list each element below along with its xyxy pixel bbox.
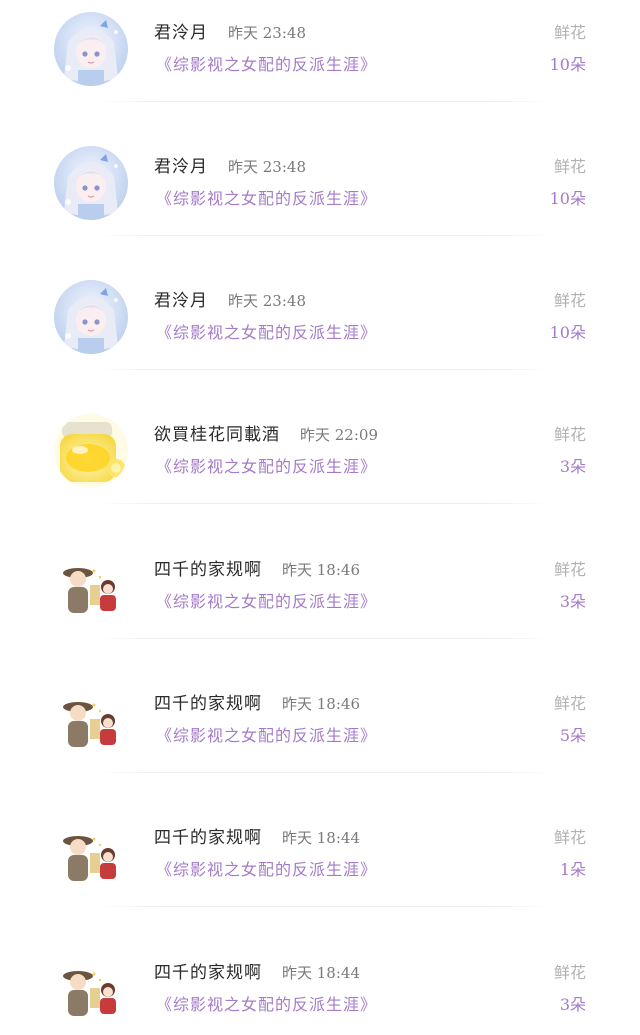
anime-girl-avatar[interactable] <box>54 12 128 86</box>
gift-type-label: 鲜花 <box>553 23 586 42</box>
book-title-link[interactable]: 《综影视之女配的反派生涯》 <box>156 857 377 883</box>
timestamp: 昨天 23:48 <box>228 158 306 176</box>
chibi-duo-avatar[interactable] <box>54 683 128 757</box>
gift-type-label: 鲜花 <box>553 560 586 579</box>
gift-count: 1朵 <box>559 860 586 879</box>
list-item[interactable]: 君泠月 昨天 23:48 《综影视之女配的反派生涯》 鲜花 10朵 <box>0 0 640 134</box>
book-title-link[interactable]: 《综影视之女配的反派生涯》 <box>156 320 377 346</box>
gift-count: 3朵 <box>559 995 586 1014</box>
divider <box>96 638 554 639</box>
username[interactable]: 欲買桂花同載酒 <box>154 425 280 445</box>
gift-count: 10朵 <box>549 189 586 208</box>
username[interactable]: 四千的家规啊 <box>154 560 262 580</box>
gift-type-label: 鲜花 <box>553 157 586 176</box>
timestamp: 昨天 18:46 <box>282 695 360 713</box>
divider <box>96 772 554 773</box>
username[interactable]: 君泠月 <box>154 23 208 43</box>
list-item[interactable]: 欲買桂花同載酒 昨天 22:09 《综影视之女配的反派生涯》 鲜花 3朵 <box>0 402 640 536</box>
divider <box>96 235 554 236</box>
gift-count: 3朵 <box>559 457 586 476</box>
book-title-link[interactable]: 《综影视之女配的反派生涯》 <box>156 186 377 212</box>
book-title-link[interactable]: 《综影视之女配的反派生涯》 <box>156 589 377 615</box>
book-title-link[interactable]: 《综影视之女配的反派生涯》 <box>156 992 377 1018</box>
username[interactable]: 君泠月 <box>154 157 208 177</box>
book-title-link[interactable]: 《综影视之女配的反派生涯》 <box>156 52 377 78</box>
anime-girl-avatar[interactable] <box>54 146 128 220</box>
divider <box>96 503 554 504</box>
timestamp: 昨天 18:44 <box>282 829 360 847</box>
gift-type-label: 鲜花 <box>553 694 586 713</box>
list-item[interactable]: 君泠月 昨天 23:48 《综影视之女配的反派生涯》 鲜花 10朵 <box>0 268 640 402</box>
gift-count: 10朵 <box>549 55 586 74</box>
timestamp: 昨天 18:46 <box>282 561 360 579</box>
divider <box>96 906 554 907</box>
list-item[interactable]: 四千的家规啊 昨天 18:44 《综影视之女配的反派生涯》 鲜花 3朵 <box>0 940 640 1035</box>
username[interactable]: 君泠月 <box>154 291 208 311</box>
timestamp: 昨天 22:09 <box>300 426 378 444</box>
divider <box>96 369 554 370</box>
gift-type-label: 鲜花 <box>553 425 586 444</box>
gift-type-label: 鲜花 <box>553 963 586 982</box>
chibi-duo-avatar[interactable] <box>54 549 128 623</box>
gift-type-label: 鲜花 <box>553 291 586 310</box>
honey-jar-avatar[interactable] <box>54 414 128 488</box>
timestamp: 昨天 18:44 <box>282 964 360 982</box>
book-title-link[interactable]: 《综影视之女配的反派生涯》 <box>156 454 377 480</box>
username[interactable]: 四千的家规啊 <box>154 963 262 983</box>
timestamp: 昨天 23:48 <box>228 292 306 310</box>
chibi-duo-avatar[interactable] <box>54 817 128 891</box>
username[interactable]: 四千的家规啊 <box>154 694 262 714</box>
username[interactable]: 四千的家规啊 <box>154 828 262 848</box>
list-item[interactable]: 四千的家规啊 昨天 18:44 《综影视之女配的反派生涯》 鲜花 1朵 <box>0 805 640 939</box>
timestamp: 昨天 23:48 <box>228 24 306 42</box>
gift-type-label: 鲜花 <box>553 828 586 847</box>
gift-count: 3朵 <box>559 592 586 611</box>
gift-count: 10朵 <box>549 323 586 342</box>
list-item[interactable]: 君泠月 昨天 23:48 《综影视之女配的反派生涯》 鲜花 10朵 <box>0 134 640 268</box>
chibi-duo-avatar[interactable] <box>54 952 128 1026</box>
anime-girl-avatar[interactable] <box>54 280 128 354</box>
divider <box>96 101 554 102</box>
list-item[interactable]: 四千的家规啊 昨天 18:46 《综影视之女配的反派生涯》 鲜花 3朵 <box>0 537 640 671</box>
gift-count: 5朵 <box>559 726 586 745</box>
list-item[interactable]: 四千的家规啊 昨天 18:46 《综影视之女配的反派生涯》 鲜花 5朵 <box>0 671 640 805</box>
book-title-link[interactable]: 《综影视之女配的反派生涯》 <box>156 723 377 749</box>
